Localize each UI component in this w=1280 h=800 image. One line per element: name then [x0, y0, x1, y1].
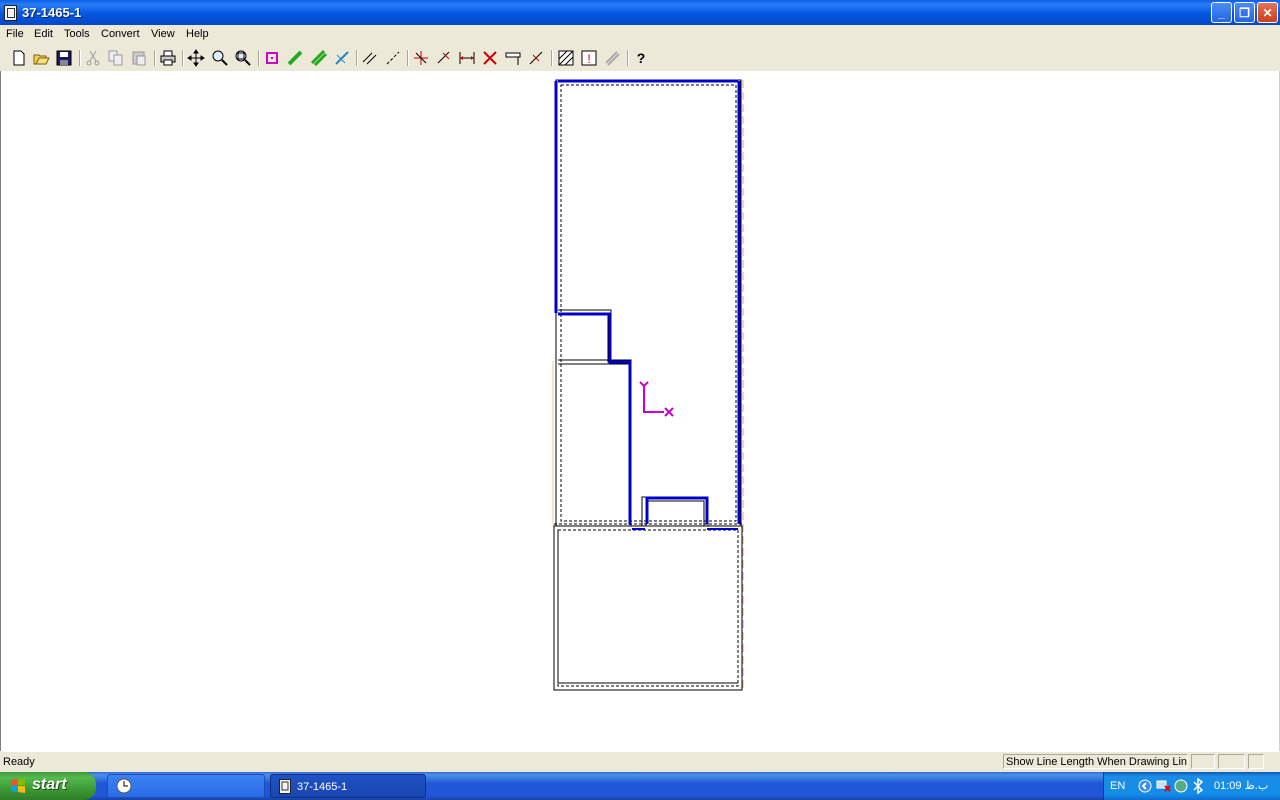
quick-launch-task[interactable]: [107, 774, 265, 798]
start-button[interactable]: start: [0, 772, 96, 800]
break-icon[interactable]: [527, 49, 545, 67]
hatch-icon[interactable]: [557, 49, 575, 67]
save-icon[interactable]: [55, 49, 73, 67]
double-line-icon[interactable]: [310, 49, 328, 67]
zoom-icon[interactable]: [211, 49, 229, 67]
new-icon[interactable]: [10, 49, 28, 67]
open-icon[interactable]: [32, 49, 50, 67]
taskbar: start 37-1465-1 EN 01:09 ب.ظ: [0, 772, 1280, 800]
close-button[interactable]: ✕: [1257, 2, 1278, 23]
status-text: Ready: [3, 756, 35, 768]
status-pane-1: [1191, 754, 1215, 769]
menu-file[interactable]: File: [6, 28, 24, 40]
menu-help[interactable]: Help: [186, 28, 209, 40]
selected-walls[interactable]: [554, 79, 741, 530]
help-icon[interactable]: ?: [632, 49, 650, 67]
move-icon[interactable]: [435, 49, 453, 67]
minimize-button[interactable]: _: [1211, 2, 1232, 23]
copy-icon[interactable]: [107, 49, 125, 67]
system-tray: EN 01:09 ب.ظ: [1103, 772, 1280, 800]
axis-marker: [639, 381, 674, 417]
window-title: 37-1465-1: [22, 5, 82, 20]
clock-icon: [116, 778, 132, 794]
layers-icon[interactable]: [603, 49, 621, 67]
svg-text:?: ?: [637, 50, 646, 66]
floor-plan-drawing: [552, 79, 744, 691]
lower-room-walls: [553, 523, 743, 691]
line-icon[interactable]: [286, 49, 304, 67]
mirror-icon[interactable]: [412, 49, 430, 67]
bluetooth-icon[interactable]: [1192, 778, 1204, 794]
point-icon[interactable]: [263, 49, 281, 67]
status-pane-2: [1218, 754, 1245, 769]
toolbar: ! ?: [0, 45, 1280, 72]
text-icon[interactable]: !: [580, 49, 598, 67]
menu-convert[interactable]: Convert: [101, 28, 140, 40]
svg-text:!: !: [587, 52, 590, 66]
drawing-canvas[interactable]: [0, 71, 1280, 751]
print-icon[interactable]: [159, 49, 177, 67]
app-icon[interactable]: [4, 5, 17, 21]
dashed-line-icon[interactable]: [384, 49, 402, 67]
cut-icon[interactable]: [84, 49, 102, 67]
menu-tools[interactable]: Tools: [64, 28, 90, 40]
parallel-line-icon[interactable]: [361, 49, 379, 67]
paste-icon[interactable]: [130, 49, 148, 67]
status-pane-3: [1248, 754, 1264, 769]
menu-edit[interactable]: Edit: [34, 28, 53, 40]
upper-walls: [555, 79, 742, 527]
menu-bar: File Edit Tools Convert View Help: [0, 25, 1280, 45]
clock[interactable]: 01:09 ب.ظ: [1214, 779, 1268, 792]
status-bar: Ready Show Line Length When Drawing Line: [0, 752, 1280, 772]
dimension-icon[interactable]: [458, 49, 476, 67]
security-icon[interactable]: [1174, 779, 1188, 793]
language-indicator[interactable]: EN: [1110, 780, 1125, 792]
app-task-icon: [279, 779, 291, 794]
windows-flag-icon: [11, 778, 25, 793]
menu-view[interactable]: View: [151, 28, 175, 40]
taskbar-app-button[interactable]: 37-1465-1: [270, 774, 426, 798]
status-hint: Show Line Length When Drawing Line: [1003, 754, 1188, 769]
title-bar: 37-1465-1 _ ❐ ✕: [0, 0, 1280, 25]
trim-icon[interactable]: [333, 49, 351, 67]
tray-expand-icon[interactable]: [1138, 779, 1152, 793]
scale-icon[interactable]: [504, 49, 522, 67]
network-disconnected-icon[interactable]: [1156, 779, 1172, 793]
restore-button[interactable]: ❐: [1234, 2, 1255, 23]
pan-icon[interactable]: [187, 49, 205, 67]
delete-icon[interactable]: [481, 49, 499, 67]
zoom-window-icon[interactable]: [234, 49, 252, 67]
